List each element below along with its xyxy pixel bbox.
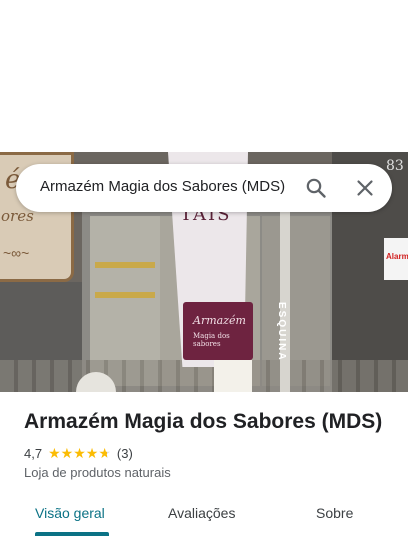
- shelf: [95, 292, 155, 298]
- search-input[interactable]: Armazém Magia dos Sabores (MDS): [40, 178, 285, 195]
- shelf: [95, 262, 155, 268]
- search-icon[interactable]: [304, 176, 328, 200]
- street-number: 83: [386, 158, 404, 174]
- star-icon: ★: [73, 445, 86, 461]
- rating-row[interactable]: 4,7 ★ ★ ★ ★ ★ (3): [24, 444, 133, 462]
- place-title: Armazém Magia dos Sabores (MDS): [24, 410, 383, 433]
- banner-brand: Armazém: [193, 314, 246, 327]
- tab-about[interactable]: Sobre: [316, 505, 353, 521]
- active-tab-indicator: [35, 532, 109, 536]
- star-icon: ★: [60, 445, 74, 461]
- tab-overview[interactable]: Visão geral: [35, 505, 105, 521]
- review-count[interactable]: (3): [117, 446, 133, 461]
- posted-paper: [214, 360, 252, 392]
- search-bar[interactable]: Armazém Magia dos Sabores (MDS): [16, 164, 392, 212]
- banner-subtitle: Magia dos sabores: [193, 332, 230, 348]
- blank-top-area: [0, 0, 408, 152]
- star-icon: ★: [48, 445, 61, 461]
- star-icon: ★: [98, 445, 111, 461]
- banner-logo: Armazém Magia dos sabores: [183, 302, 253, 360]
- star-icon: ★: [85, 445, 99, 461]
- door-post: [280, 192, 290, 392]
- alarm-notice-text: Alarm: [386, 252, 408, 261]
- star-rating: ★ ★ ★ ★ ★: [48, 446, 111, 460]
- place-category: Loja de produtos naturais: [24, 465, 171, 480]
- rating-value: 4,7: [24, 445, 43, 461]
- tab-bar: Visão geral Avaliações Sobre: [0, 496, 408, 544]
- alarm-notice: Alarm: [384, 238, 408, 280]
- swirl-ornament: ~∞~: [3, 245, 30, 261]
- tab-reviews[interactable]: Avaliações: [168, 505, 235, 521]
- close-icon[interactable]: [353, 176, 377, 200]
- corner-sign: ESQUINA: [276, 302, 287, 362]
